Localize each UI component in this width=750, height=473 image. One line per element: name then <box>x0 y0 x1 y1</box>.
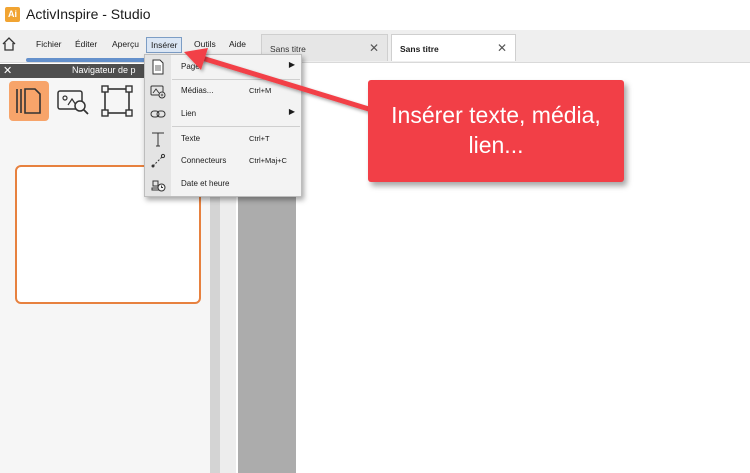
link-icon <box>150 106 166 122</box>
document-tab-active[interactable]: Sans titre ✕ <box>391 34 516 61</box>
tab-label: Sans titre <box>270 44 306 54</box>
close-icon[interactable]: ✕ <box>497 41 507 55</box>
date-time-icon <box>150 176 166 192</box>
media-icon <box>150 83 166 99</box>
menu-item-medias[interactable]: Médias... Ctrl+M <box>145 80 301 102</box>
connector-icon <box>150 153 166 169</box>
app-title: ActivInspire - Studio <box>26 6 151 22</box>
select-frame-icon[interactable] <box>97 81 137 121</box>
app-logo-icon: Ai <box>5 7 20 22</box>
pages-icon[interactable] <box>9 81 49 121</box>
menu-separator <box>172 126 300 127</box>
tab-label: Sans titre <box>400 44 439 54</box>
menu-inserer[interactable]: Insérer <box>146 37 183 53</box>
menu-item-label: Texte <box>181 134 201 143</box>
menu-item-label: Connecteurs <box>181 156 227 165</box>
navigator-title: Navigateur de p <box>72 65 136 75</box>
menu-item-label: Date et heure <box>181 179 230 188</box>
menu-item-shortcut: Ctrl+M <box>249 86 272 95</box>
text-icon <box>150 131 166 147</box>
menu-fichier[interactable]: Fichier <box>36 39 62 49</box>
menu-apercu[interactable]: Aperçu <box>112 39 139 49</box>
menu-item-lien[interactable]: Lien ▶ <box>145 103 301 125</box>
menu-outils[interactable]: Outils <box>194 39 216 49</box>
menu-item-texte[interactable]: Texte Ctrl+T <box>145 128 301 150</box>
menu-item-label: Lien <box>181 109 197 118</box>
submenu-arrow-icon: ▶ <box>288 60 295 69</box>
menu-item-shortcut: Ctrl+T <box>249 134 270 143</box>
menu-item-shortcut: Ctrl+Maj+C <box>249 156 287 165</box>
home-icon[interactable] <box>0 33 18 55</box>
menu-item-label: Médias... <box>181 86 214 95</box>
close-icon[interactable]: ✕ <box>3 64 12 78</box>
menu-item-page[interactable]: Page ▶ <box>145 56 301 78</box>
menu-item-label: Page <box>181 62 200 71</box>
close-icon[interactable]: ✕ <box>369 41 379 55</box>
menu-item-date-heure[interactable]: Date et heure <box>145 173 301 195</box>
menu-editer[interactable]: Éditer <box>75 39 97 49</box>
page-icon <box>150 59 166 75</box>
annotation-callout: Insérer texte, média, lien... <box>368 80 624 182</box>
menu-item-connecteurs[interactable]: Connecteurs Ctrl+Maj+C <box>145 150 301 172</box>
menu-aide[interactable]: Aide <box>229 39 246 49</box>
search-page-icon[interactable] <box>53 81 93 121</box>
submenu-arrow-icon: ▶ <box>288 107 295 116</box>
